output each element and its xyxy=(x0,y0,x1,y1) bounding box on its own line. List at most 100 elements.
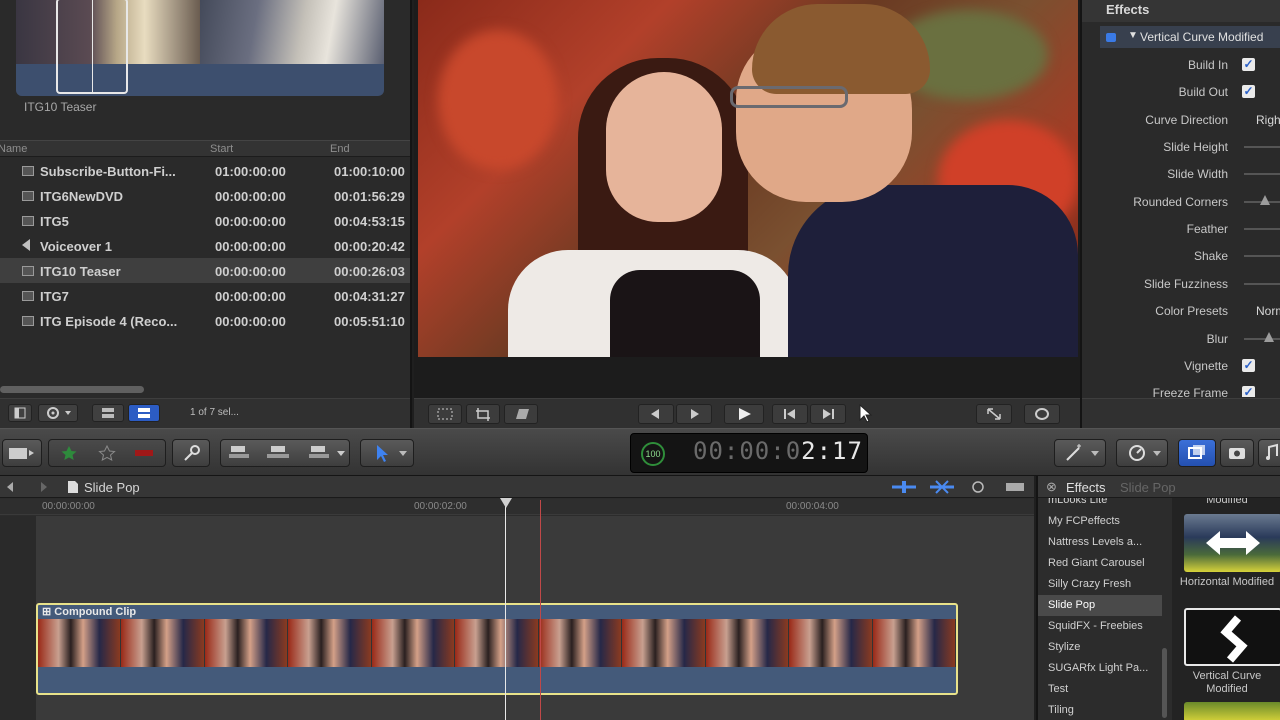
enhancements-button[interactable] xyxy=(1054,439,1106,467)
ruler-tick-label: 00:00:02:00 xyxy=(414,501,467,512)
full-screen-button[interactable] xyxy=(976,404,1012,424)
full-screen-icon xyxy=(987,408,1001,420)
color-presets-popup[interactable]: Normal xyxy=(1256,304,1280,318)
effect-header[interactable]: ▼ Vertical Curve Modified xyxy=(1100,26,1280,48)
compound-clip[interactable]: ⊞ Compound Clip xyxy=(36,603,958,695)
horizontal-scrollbar[interactable] xyxy=(0,386,144,393)
param-label: Vignette xyxy=(1184,359,1228,373)
effect-thumbnail-vertical-curve[interactable] xyxy=(1184,608,1280,666)
filmstrip-selection-range[interactable] xyxy=(56,0,128,94)
build-in-checkbox[interactable]: ✓ xyxy=(1242,58,1255,71)
forward-button[interactable] xyxy=(676,404,712,424)
category-item[interactable]: mLooks Lite xyxy=(1038,498,1162,511)
rating-group xyxy=(48,439,166,467)
effects-browser-button[interactable] xyxy=(1178,439,1216,467)
column-header-end[interactable]: End xyxy=(330,143,350,155)
rewind-button[interactable] xyxy=(638,404,674,424)
disclosure-triangle-icon[interactable]: ▼ xyxy=(1128,30,1138,41)
timeline-controls[interactable] xyxy=(890,480,1030,494)
category-item[interactable]: Silly Crazy Fresh xyxy=(1038,574,1162,595)
go-to-end-icon xyxy=(823,409,834,419)
column-header-name[interactable]: Name xyxy=(0,143,27,155)
category-item[interactable]: My FCPeffects xyxy=(1038,511,1162,532)
playhead[interactable] xyxy=(505,500,506,720)
slide-width-slider[interactable] xyxy=(1244,173,1280,175)
slide-pop-tab[interactable]: Slide Pop xyxy=(1120,480,1176,495)
clip-title: Compound Clip xyxy=(54,606,137,618)
import-media-icon xyxy=(9,448,34,459)
slide-height-slider[interactable] xyxy=(1244,146,1280,148)
viewer-frame[interactable] xyxy=(418,0,1078,357)
category-item[interactable]: Nattress Levels a... xyxy=(1038,532,1162,553)
effects-tab[interactable]: Effects xyxy=(1066,480,1106,495)
list-item-selected[interactable]: ITG10 Teaser 00:00:00:00 00:00:26:03 xyxy=(0,258,410,283)
item-start: 00:00:00:00 xyxy=(215,214,286,229)
keyword-button[interactable] xyxy=(172,439,210,467)
effects-browser-header: ⊗ Effects Slide Pop xyxy=(1038,476,1280,498)
filmstrip-view-button[interactable] xyxy=(92,404,124,422)
go-to-start-button[interactable] xyxy=(772,404,808,424)
distort-button[interactable] xyxy=(504,404,538,424)
list-item[interactable]: Voiceover 1 00:00:00:00 00:00:20:42 xyxy=(0,233,410,258)
filmstrip-frame xyxy=(200,0,384,64)
effect-thumbnail-horizontal[interactable] xyxy=(1184,514,1280,572)
select-tool-button[interactable] xyxy=(360,439,414,467)
crop-button[interactable] xyxy=(466,404,500,424)
list-item[interactable]: ITG6NewDVD 00:00:00:00 00:01:56:29 xyxy=(0,183,410,208)
history-nav-icons[interactable] xyxy=(4,481,54,493)
param-build-in: Build In ✓ xyxy=(1100,55,1280,75)
music-browser-button[interactable] xyxy=(1258,439,1280,467)
column-header-start[interactable]: Start xyxy=(210,143,233,155)
slider-knob-icon[interactable] xyxy=(1264,332,1274,342)
shake-slider[interactable] xyxy=(1244,255,1280,257)
category-item[interactable]: Test xyxy=(1038,679,1162,700)
clip-label: ⊞ Compound Clip xyxy=(42,605,136,618)
list-item[interactable]: ITG7 00:00:00:00 00:04:31:27 xyxy=(0,283,410,308)
category-item[interactable]: Tiling xyxy=(1038,700,1162,720)
timeline-track-area[interactable]: ⊞ Compound Clip xyxy=(36,516,1064,720)
category-scrollbar[interactable] xyxy=(1162,648,1167,718)
event-library-toggle-button[interactable] xyxy=(8,404,32,422)
slider-knob-icon[interactable] xyxy=(1260,195,1270,205)
clip-frame xyxy=(204,619,289,667)
blur-slider[interactable] xyxy=(1244,338,1280,340)
camera-icon xyxy=(1229,448,1245,459)
freeze-frame-checkbox[interactable]: ✓ xyxy=(1242,386,1255,397)
background-tasks-indicator[interactable]: 100 xyxy=(641,442,665,466)
category-item[interactable]: Red Giant Carousel xyxy=(1038,553,1162,574)
play-button[interactable] xyxy=(724,404,764,424)
photo-browser-button[interactable] xyxy=(1220,439,1254,467)
go-to-end-button[interactable] xyxy=(810,404,846,424)
category-item[interactable]: SUGARfx Light Pa... xyxy=(1038,658,1162,679)
build-out-checkbox[interactable]: ✓ xyxy=(1242,85,1255,98)
curve-direction-popup[interactable]: Right xyxy=(1256,113,1280,127)
effect-thumbnail[interactable] xyxy=(1184,702,1280,720)
effect-enable-checkbox[interactable] xyxy=(1106,33,1116,42)
list-view-button[interactable] xyxy=(128,404,160,422)
category-item[interactable]: SquidFX - Freebies xyxy=(1038,616,1162,637)
import-media-button[interactable] xyxy=(2,439,42,467)
feather-slider[interactable] xyxy=(1244,228,1280,230)
param-slide-height: Slide Height xyxy=(1100,137,1280,157)
param-label: Build In xyxy=(1187,58,1228,72)
clip-frame xyxy=(288,619,372,667)
item-end: 00:01:56:29 xyxy=(334,189,405,204)
category-item-selected[interactable]: Slide Pop xyxy=(1038,595,1162,616)
loop-button[interactable] xyxy=(1024,404,1060,424)
transform-button[interactable] xyxy=(428,404,462,424)
action-menu-button[interactable] xyxy=(38,404,78,422)
list-item[interactable]: ITG5 00:00:00:00 00:04:53:15 xyxy=(0,208,410,233)
list-item[interactable]: ITG Episode 4 (Reco... 00:00:00:00 00:05… xyxy=(0,308,410,333)
param-freeze-frame: Freeze Frame ✓ xyxy=(1100,383,1280,397)
vignette-checkbox[interactable]: ✓ xyxy=(1242,359,1255,372)
category-item[interactable]: Stylize xyxy=(1038,637,1162,658)
close-icon[interactable]: ⊗ xyxy=(1046,479,1057,495)
slide-fuzziness-slider[interactable] xyxy=(1244,283,1280,285)
dashboard-timecode[interactable]: 100 00:00:02:17 xyxy=(630,433,868,473)
list-item[interactable]: Subscribe-Button-Fi... 01:00:00:00 01:00… xyxy=(0,158,410,183)
playhead-handle-icon[interactable] xyxy=(500,498,512,508)
retime-button[interactable] xyxy=(1116,439,1168,467)
timeline-ruler[interactable]: 00:00:00:00 00:00:02:00 00:00:04:00 xyxy=(0,499,1034,515)
clip-filmstrip[interactable] xyxy=(16,0,384,96)
param-label: Build Out xyxy=(1178,85,1228,99)
